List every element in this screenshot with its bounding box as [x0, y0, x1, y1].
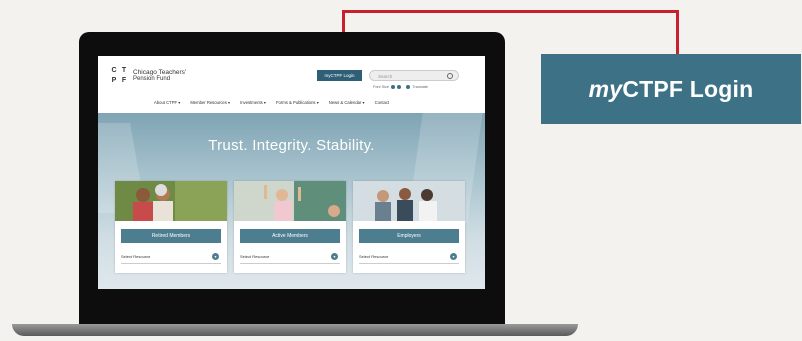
retired-members-button[interactable]: Retired Members — [121, 229, 221, 243]
logo-letter: P — [111, 77, 117, 84]
logo-mark: C T P F — [110, 67, 128, 85]
search-placeholder: Search — [378, 74, 393, 79]
callout-line-connector — [676, 10, 679, 54]
main-nav: About CTPF ▾ Member Resources ▾ Investme… — [154, 100, 389, 105]
ctpf-logo[interactable]: C T P F Chicago Teachers' Pension Fund — [110, 67, 186, 85]
callout-line-horizontal — [342, 10, 679, 13]
utility-bar: Font Size Translate — [373, 85, 428, 89]
chevron-down-icon: ▾ — [331, 253, 338, 260]
mycptf-login-callout: my CTPF Login — [541, 54, 801, 124]
nav-item-contact[interactable]: Contact — [375, 100, 389, 105]
search-input[interactable]: Search — [369, 70, 459, 81]
active-members-card: Active Members Select Resource ▾ — [234, 181, 346, 273]
retired-members-select[interactable]: Select Resource ▾ — [121, 251, 221, 264]
logo-letter: F — [121, 77, 127, 84]
hero-tagline: Trust. Integrity. Stability. — [208, 137, 375, 154]
select-label: Select Resource — [240, 254, 270, 259]
nav-item-member-resources[interactable]: Member Resources ▾ — [190, 100, 230, 105]
logo-line: Chicago Teachers' — [133, 69, 187, 76]
globe-icon — [406, 85, 411, 89]
logo-letter: C — [111, 67, 117, 74]
laptop-base — [12, 324, 578, 336]
laptop-screen: C T P F Chicago Teachers' Pension Fund m… — [98, 56, 485, 289]
translate-link[interactable]: Translate — [412, 85, 428, 89]
font-size-label: Font Size — [373, 85, 390, 89]
myctpf-login-button[interactable]: myCTPF Login — [317, 70, 362, 81]
employers-button[interactable]: Employers — [359, 229, 459, 243]
font-increase-icon[interactable] — [397, 85, 402, 89]
nav-item-news[interactable]: News & Calendar ▾ — [329, 100, 365, 105]
chevron-down-icon: ▾ — [212, 253, 219, 260]
callout-prefix: my — [588, 75, 623, 102]
hero-banner: Trust. Integrity. Stability. Retired Mem… — [98, 113, 485, 289]
logo-text: Chicago Teachers' Pension Fund — [133, 69, 186, 83]
callout-label: CTPF Login — [622, 75, 754, 102]
employers-select[interactable]: Select Resource ▾ — [359, 251, 459, 264]
employers-card: Employers Select Resource ▾ — [353, 181, 465, 273]
chevron-down-icon: ▾ — [450, 253, 457, 260]
font-decrease-icon[interactable] — [391, 85, 396, 89]
nav-item-about[interactable]: About CTPF ▾ — [154, 100, 180, 105]
active-members-select[interactable]: Select Resource ▾ — [240, 251, 340, 264]
retired-members-card: Retired Members Select Resource ▾ — [115, 181, 227, 273]
retired-members-photo — [115, 181, 227, 221]
active-members-photo — [234, 181, 346, 221]
search-icon[interactable] — [447, 73, 453, 79]
select-label: Select Resource — [121, 254, 151, 259]
nav-item-investments[interactable]: Investments ▾ — [240, 100, 266, 105]
logo-line: Pension Fund — [133, 76, 171, 82]
logo-letter: T — [121, 67, 127, 74]
nav-item-forms[interactable]: Forms & Publications ▾ — [276, 100, 319, 105]
select-label: Select Resource — [359, 254, 389, 259]
active-members-button[interactable]: Active Members — [240, 229, 340, 243]
employers-photo — [353, 181, 465, 221]
